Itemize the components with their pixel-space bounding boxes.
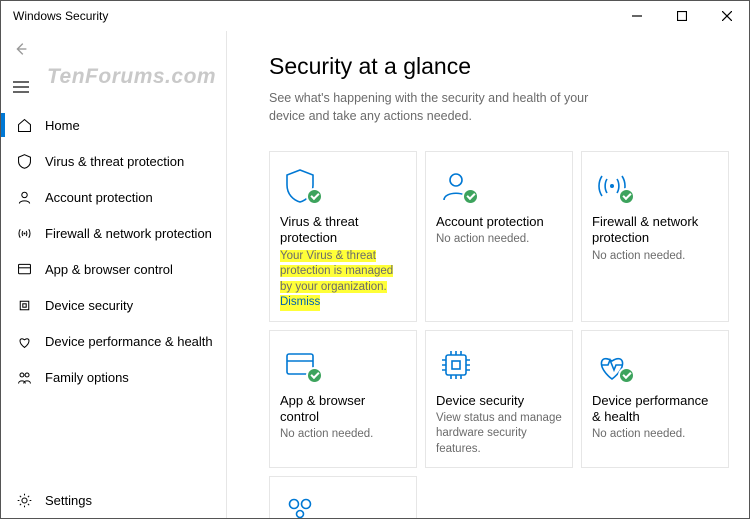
- page-subtitle: See what's happening with the security a…: [269, 90, 599, 125]
- card-title: App & browser control: [280, 393, 406, 426]
- sidebar-item-account[interactable]: Account protection: [1, 179, 226, 215]
- sidebar-item-label: Settings: [45, 493, 92, 508]
- card-desc: No action needed.: [592, 249, 718, 265]
- card-icon-wrap: [280, 489, 406, 518]
- sidebar-item-performance[interactable]: Device performance & health: [1, 323, 226, 359]
- sidebar-item-label: Firewall & network protection: [45, 226, 212, 241]
- card-icon-wrap: [592, 164, 718, 208]
- family-icon: [280, 491, 320, 518]
- sidebar-item-label: Family options: [45, 370, 129, 385]
- hamburger-row: [1, 67, 226, 107]
- maximize-button[interactable]: [659, 1, 704, 31]
- close-button[interactable]: [704, 1, 749, 31]
- card-title: Device security: [436, 393, 562, 409]
- card-firewall[interactable]: Firewall & network protection No action …: [581, 151, 729, 322]
- card-desc: Your Virus & threat protection is manage…: [280, 249, 406, 311]
- sidebar-item-label: Home: [45, 118, 80, 133]
- card-app-browser[interactable]: App & browser control No action needed.: [269, 330, 417, 469]
- sidebar-item-label: App & browser control: [45, 262, 173, 277]
- card-family-options[interactable]: Family options Manage how your family us…: [269, 476, 417, 518]
- card-desc: View status and manage hardware security…: [436, 411, 562, 458]
- status-badge-ok: [306, 367, 323, 384]
- status-badge-ok: [462, 188, 479, 205]
- card-icon-wrap: [280, 164, 406, 208]
- card-desc: No action needed.: [280, 427, 406, 443]
- minimize-button[interactable]: [614, 1, 659, 31]
- app-window: Windows Security: [0, 0, 750, 519]
- sidebar-item-family[interactable]: Family options: [1, 359, 226, 395]
- back-button[interactable]: [1, 31, 41, 67]
- body: Home Virus & threat protection Account p…: [1, 31, 749, 518]
- back-bar: [1, 31, 226, 67]
- sidebar-item-settings[interactable]: Settings: [1, 482, 226, 518]
- person-icon: [15, 188, 33, 206]
- hamburger-button[interactable]: [1, 67, 41, 107]
- sidebar-item-home[interactable]: Home: [1, 107, 226, 143]
- card-virus-threat[interactable]: Virus & threat protection Your Virus & t…: [269, 151, 417, 322]
- card-icon-wrap: [592, 343, 718, 387]
- sidebar-item-label: Device performance & health: [45, 334, 213, 349]
- card-title: Firewall & network protection: [592, 214, 718, 247]
- card-title: Device performance & health: [592, 393, 718, 426]
- card-desc: No action needed.: [436, 232, 562, 248]
- shield-icon: [15, 152, 33, 170]
- sidebar-item-label: Virus & threat protection: [45, 154, 184, 169]
- card-account-protection[interactable]: Account protection No action needed.: [425, 151, 573, 322]
- family-icon: [15, 368, 33, 386]
- status-badge-ok: [306, 188, 323, 205]
- card-icon-wrap: [280, 343, 406, 387]
- card-device-security[interactable]: Device security View status and manage h…: [425, 330, 573, 469]
- highlighted-text: Your Virus & threat protection is manage…: [280, 250, 393, 293]
- card-performance-health[interactable]: Device performance & health No action ne…: [581, 330, 729, 469]
- sidebar-item-virus[interactable]: Virus & threat protection: [1, 143, 226, 179]
- status-badge-ok: [618, 367, 635, 384]
- card-desc: No action needed.: [592, 427, 718, 443]
- sidebar-item-label: Device security: [45, 298, 133, 313]
- status-badge-ok: [618, 188, 635, 205]
- card-icon-wrap: [436, 343, 562, 387]
- cards-grid: Virus & threat protection Your Virus & t…: [269, 151, 749, 518]
- gear-icon: [15, 491, 33, 509]
- card-title: Account protection: [436, 214, 562, 230]
- sidebar-item-firewall[interactable]: Firewall & network protection: [1, 215, 226, 251]
- card-title: Virus & threat protection: [280, 214, 406, 247]
- window-title: Windows Security: [1, 9, 108, 23]
- main-content: Security at a glance See what's happenin…: [227, 31, 749, 518]
- title-bar: Windows Security: [1, 1, 749, 31]
- dismiss-link[interactable]: Dismiss: [280, 295, 320, 311]
- sidebar: Home Virus & threat protection Account p…: [1, 31, 227, 518]
- sidebar-item-label: Account protection: [45, 190, 153, 205]
- home-icon: [15, 116, 33, 134]
- sidebar-item-device-security[interactable]: Device security: [1, 287, 226, 323]
- nav-list: Home Virus & threat protection Account p…: [1, 107, 226, 482]
- chip-icon: [436, 345, 476, 385]
- card-icon-wrap: [436, 164, 562, 208]
- heart-pulse-icon: [15, 332, 33, 350]
- antenna-icon: [15, 224, 33, 242]
- sidebar-item-app-browser[interactable]: App & browser control: [1, 251, 226, 287]
- page-title: Security at a glance: [269, 53, 749, 80]
- app-browser-icon: [15, 260, 33, 278]
- chip-icon: [15, 296, 33, 314]
